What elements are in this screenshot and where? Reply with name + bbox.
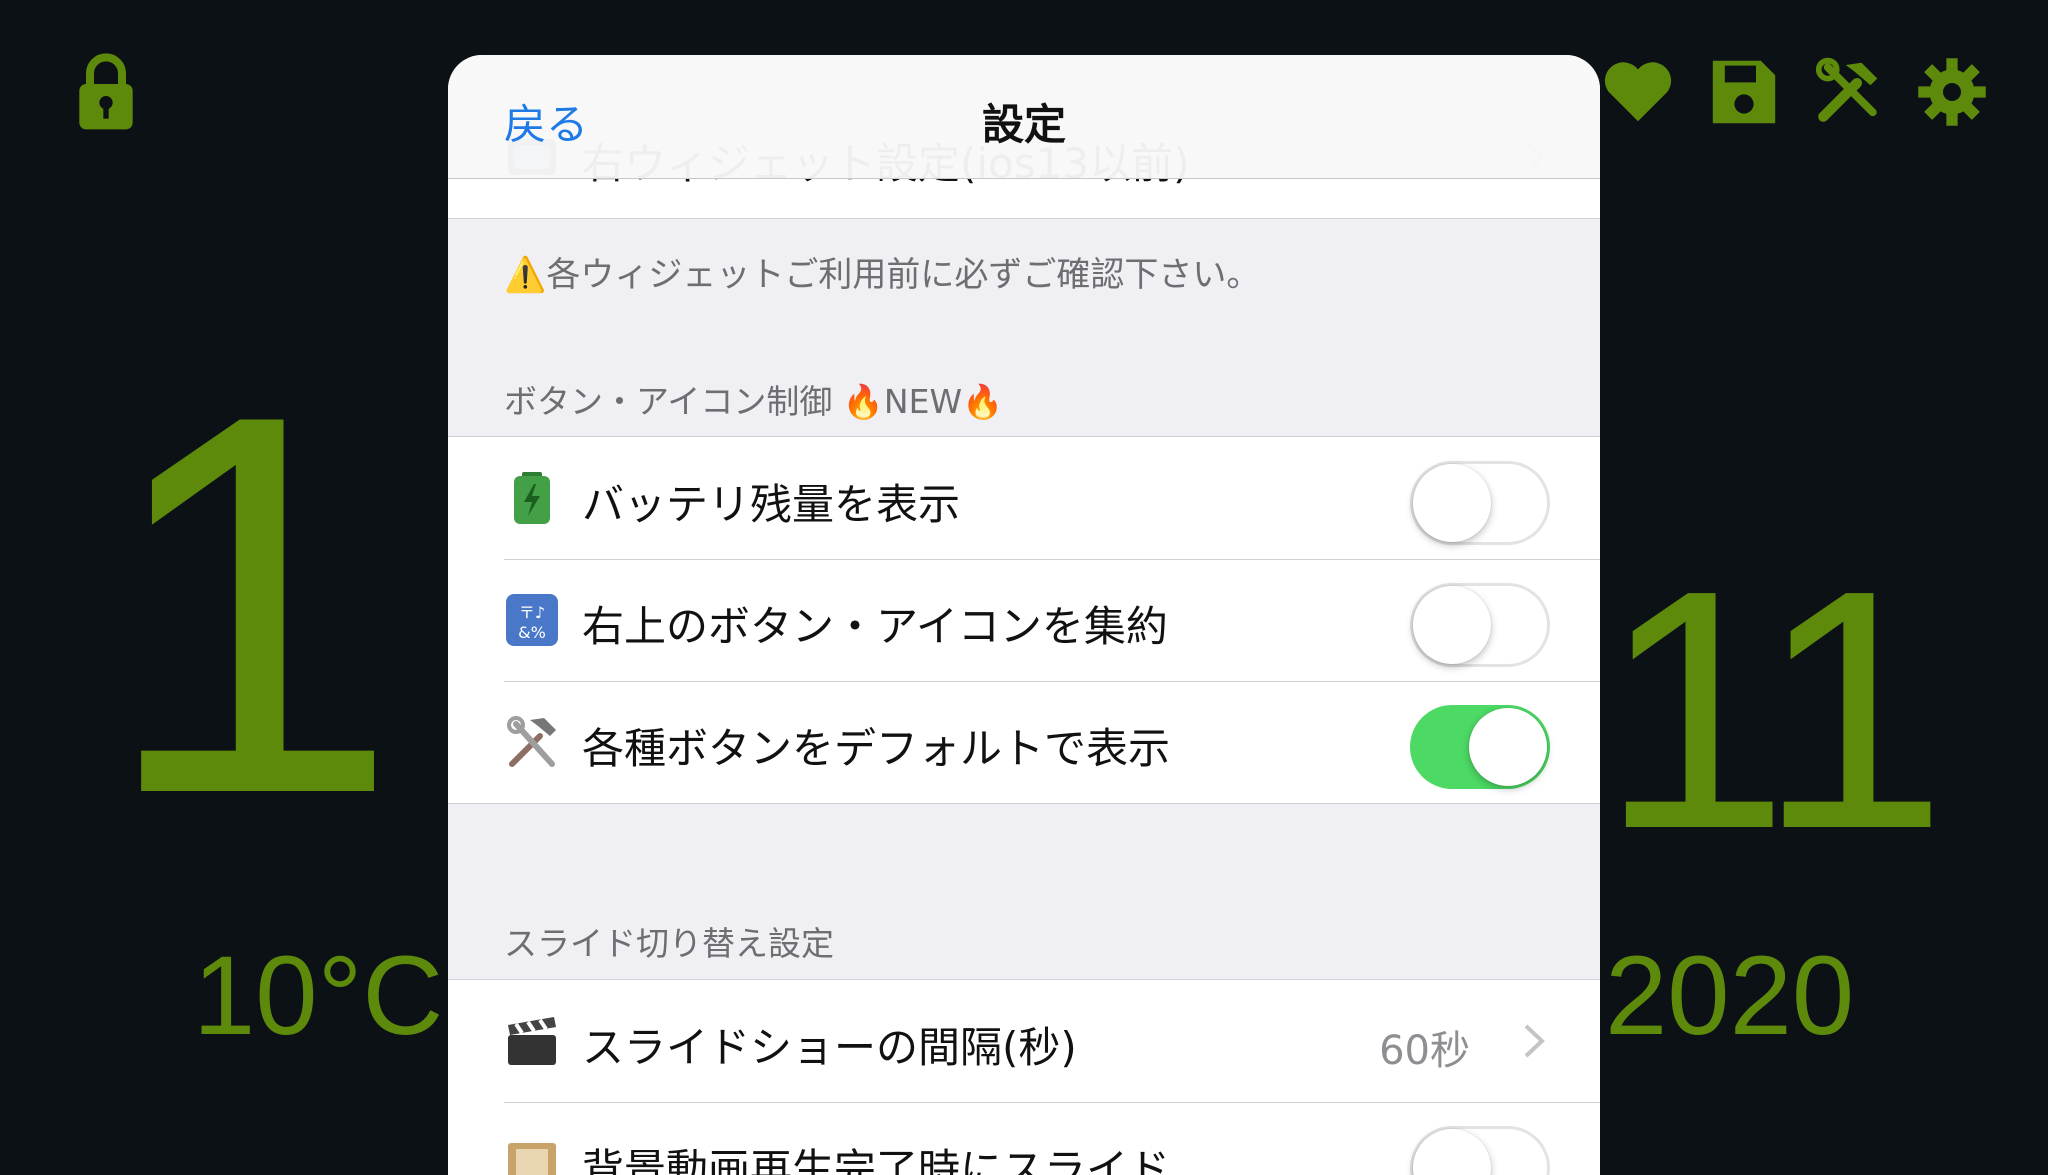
symbols-icon: 〒♪ &% <box>504 592 560 648</box>
toggle-knob <box>1469 708 1547 786</box>
list-item: 背景動画再生完了時にスライド <box>448 1102 1600 1175</box>
consolidate-buttons-toggle[interactable] <box>1410 583 1550 667</box>
date-year: 2020 <box>1605 933 1855 1058</box>
settings-sheet: 戻る 設定 右ウィジェット設定(ios13以前) ⚠️各ウィジェットご利用前に必… <box>448 55 1600 1175</box>
list-item: バッテリ残量を表示 <box>448 437 1600 559</box>
list-item: 〒♪ &% 右上のボタン・アイコンを集約 <box>448 559 1600 681</box>
clock-hour: 1 <box>100 303 400 906</box>
slide-settings-group: スライドショーの間隔(秒) 60秒 背景動画再生完了時にスライド <box>448 979 1600 1175</box>
interval-value: 60秒 <box>1379 1028 1470 1074</box>
battery-toggle[interactable] <box>1410 461 1550 545</box>
hammer-wrench-icon <box>504 714 560 770</box>
default-buttons-toggle[interactable] <box>1410 705 1550 789</box>
svg-text:〒♪: 〒♪ <box>519 603 545 622</box>
gear-icon[interactable] <box>1916 52 1988 132</box>
slideshow-interval-row[interactable]: スライドショーの間隔(秒) 60秒 <box>448 980 1600 1102</box>
row-label: スライドショーの間隔(秒) <box>582 1023 1077 1072</box>
chevron-right-icon <box>1522 1022 1546 1060</box>
tools-icon[interactable] <box>1812 52 1884 132</box>
row-label: 右上のボタン・アイコンを集約 <box>582 602 1168 651</box>
lock-icon[interactable] <box>70 52 142 132</box>
list-item: 各種ボタンをデフォルトで表示 <box>448 681 1600 803</box>
row-label: 各種ボタンをデフォルトで表示 <box>582 724 1171 773</box>
toggle-knob <box>1413 586 1491 664</box>
svg-text:&%: &% <box>518 623 546 642</box>
temperature: 10°C <box>193 933 444 1058</box>
page-title: 設定 <box>981 100 1066 149</box>
notice-text: ⚠️各ウィジェットご利用前に必ずご確認下さい。 <box>504 255 1261 295</box>
nav-bar: 戻る 設定 <box>448 55 1600 179</box>
clock-minute: 11 <box>1600 520 1947 900</box>
section-header-buttons: ボタン・アイコン制御 🔥NEW🔥 <box>504 382 1004 421</box>
clapper-icon <box>504 1013 560 1069</box>
row-label: 背景動画再生完了時にスライド <box>582 1145 1171 1175</box>
save-icon[interactable] <box>1708 52 1780 132</box>
toggle-knob <box>1413 1129 1491 1175</box>
heart-icon[interactable] <box>1602 52 1674 132</box>
section-header-slides: スライド切り替え設定 <box>504 924 834 963</box>
battery-icon <box>504 470 560 526</box>
toggle-knob <box>1413 464 1491 542</box>
film-icon <box>504 1135 560 1175</box>
row-label: バッテリ残量を表示 <box>582 480 961 529</box>
buttons-icons-group: バッテリ残量を表示 〒♪ &% 右上のボタン・アイコンを集約 各種ボタンをデフォル… <box>448 436 1600 804</box>
